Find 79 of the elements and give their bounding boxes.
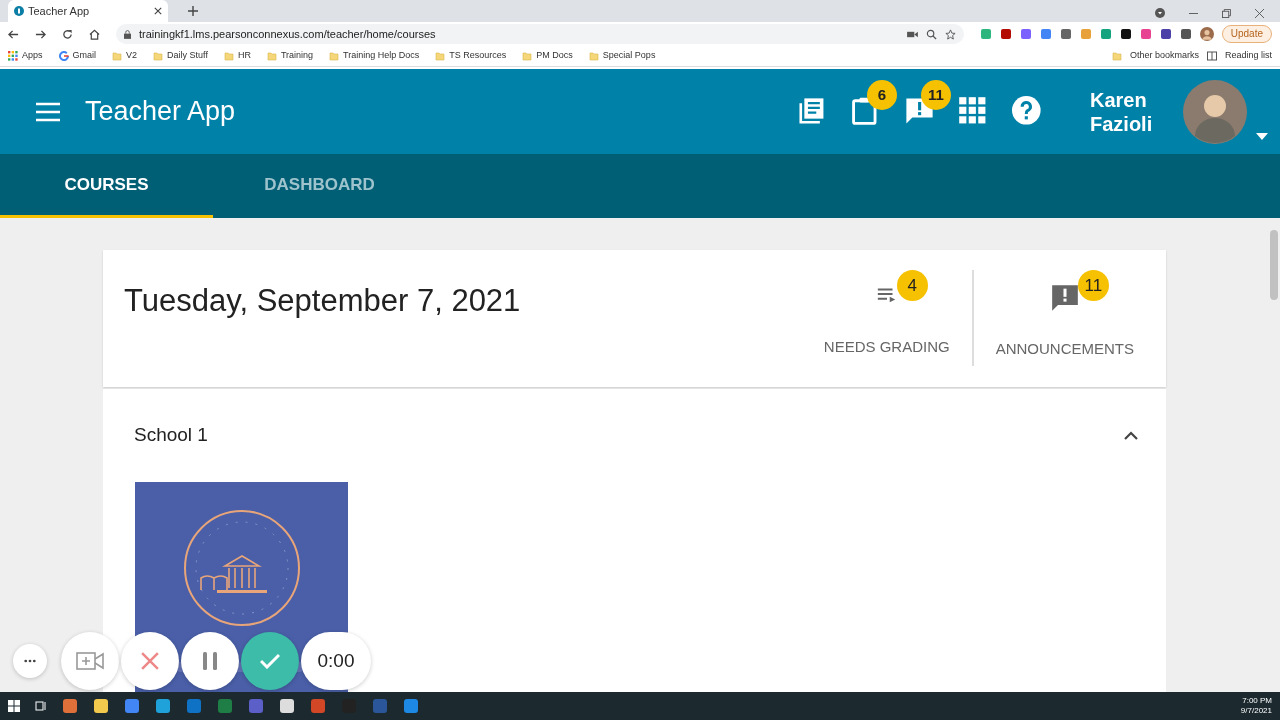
- bookmark-link[interactable]: TS Resources: [449, 49, 507, 63]
- close-icon[interactable]: [1255, 8, 1264, 18]
- folder-icon: [435, 51, 446, 61]
- folder-icon: [522, 51, 533, 61]
- bookmark-link[interactable]: Training Help Docs: [343, 49, 420, 63]
- counter-label[interactable]: NEEDS GRADING: [823, 336, 950, 359]
- dropdown-icon[interactable]: [1155, 8, 1165, 18]
- more-icon: [24, 659, 36, 663]
- restore-icon[interactable]: [1222, 8, 1231, 18]
- new-tab-icon[interactable]: [188, 6, 198, 16]
- school-name: School 1: [134, 423, 208, 447]
- counter-label[interactable]: ANNOUNCEMENTS: [995, 338, 1134, 361]
- menu-icon[interactable]: [35, 101, 61, 122]
- count-badge: 6: [867, 80, 897, 110]
- apps-grid-icon: [8, 51, 18, 61]
- url-text: trainingkf1.lms.pearsonconnexus.com/teacher/home/courses: [139, 26, 437, 42]
- scrollbar-thumb[interactable]: [1270, 230, 1278, 300]
- zoom-icon[interactable]: [925, 28, 937, 40]
- folder-icon: [223, 51, 234, 61]
- reading-list-link[interactable]: Reading list: [1224, 49, 1272, 63]
- count-badge: 11: [921, 80, 951, 110]
- avatar[interactable]: [1183, 79, 1247, 144]
- extension-icon[interactable]: [999, 28, 1012, 40]
- camera-icon[interactable]: [906, 29, 918, 39]
- clock-date: 9/7/2021: [1240, 706, 1272, 717]
- google-icon: [58, 51, 69, 61]
- bookmark-link[interactable]: HR: [237, 49, 251, 63]
- lock-icon: [124, 29, 131, 39]
- announcement-icon[interactable]: [1050, 284, 1079, 312]
- app-icon[interactable]: [155, 698, 171, 714]
- chevron-up-icon[interactable]: [1124, 430, 1138, 440]
- update-button[interactable]: Update: [1221, 25, 1272, 43]
- windows-start-icon[interactable]: [8, 700, 20, 712]
- home-icon[interactable]: [89, 28, 100, 40]
- bookmark-link[interactable]: Daily Stuff: [167, 49, 208, 63]
- folder-icon: [153, 51, 164, 61]
- help-icon[interactable]: [1012, 96, 1043, 127]
- count-badge: 11: [1077, 270, 1109, 301]
- reading-list-icon: [1206, 51, 1217, 61]
- folder-icon: [329, 51, 340, 61]
- video-camera-icon: [76, 652, 104, 670]
- app-icon[interactable]: [93, 698, 109, 714]
- bookmark-link[interactable]: Special Pops: [602, 49, 656, 63]
- close-icon: [141, 652, 159, 670]
- app-icon[interactable]: [62, 698, 78, 714]
- star-icon[interactable]: [944, 28, 956, 40]
- pause-icon: [203, 652, 217, 670]
- bookmark-link[interactable]: Training: [280, 49, 314, 63]
- folder-icon: [112, 51, 123, 61]
- date-heading: Tuesday, September 7, 2021: [124, 282, 521, 320]
- folder-icon: [266, 51, 277, 61]
- close-icon[interactable]: [154, 7, 162, 15]
- bookmark-link[interactable]: Apps: [22, 49, 43, 63]
- app-title: Teacher App: [85, 95, 236, 129]
- folder-icon: [588, 51, 599, 61]
- folder-icon: [1111, 51, 1122, 61]
- extension-icon[interactable]: [1159, 28, 1172, 40]
- back-icon[interactable]: [8, 28, 19, 40]
- bookmark-link[interactable]: V2: [126, 49, 138, 63]
- extension-icon[interactable]: [1179, 28, 1192, 40]
- clock-time: 7:00 PM: [1241, 695, 1272, 706]
- tab-title: Teacher App: [28, 3, 91, 19]
- other-bookmarks-link[interactable]: Other bookmarks: [1129, 49, 1199, 63]
- address-bar[interactable]: trainingkf1.lms.pearsonconnexus.com/teacher/home/courses: [116, 24, 964, 44]
- extension-icon[interactable]: [1119, 28, 1132, 40]
- reload-icon[interactable]: [62, 28, 73, 40]
- bookmark-link[interactable]: Gmail: [72, 49, 97, 63]
- site-icon: [14, 6, 24, 16]
- checkmark-icon: [260, 653, 280, 669]
- user-name: Karen Fazioli: [1090, 87, 1154, 136]
- browser-tab[interactable]: Teacher App: [8, 0, 168, 22]
- task-view-icon[interactable]: [35, 700, 47, 712]
- nav-tab[interactable]: DASHBOARD: [213, 154, 426, 218]
- count-badge: 4: [896, 270, 928, 301]
- forward-icon[interactable]: [35, 28, 46, 40]
- dropdown-caret-icon[interactable]: [1256, 132, 1268, 141]
- app-icon[interactable]: [279, 698, 295, 714]
- avatar-icon[interactable]: [1199, 27, 1214, 41]
- bookmark-link[interactable]: PM Docs: [536, 49, 573, 63]
